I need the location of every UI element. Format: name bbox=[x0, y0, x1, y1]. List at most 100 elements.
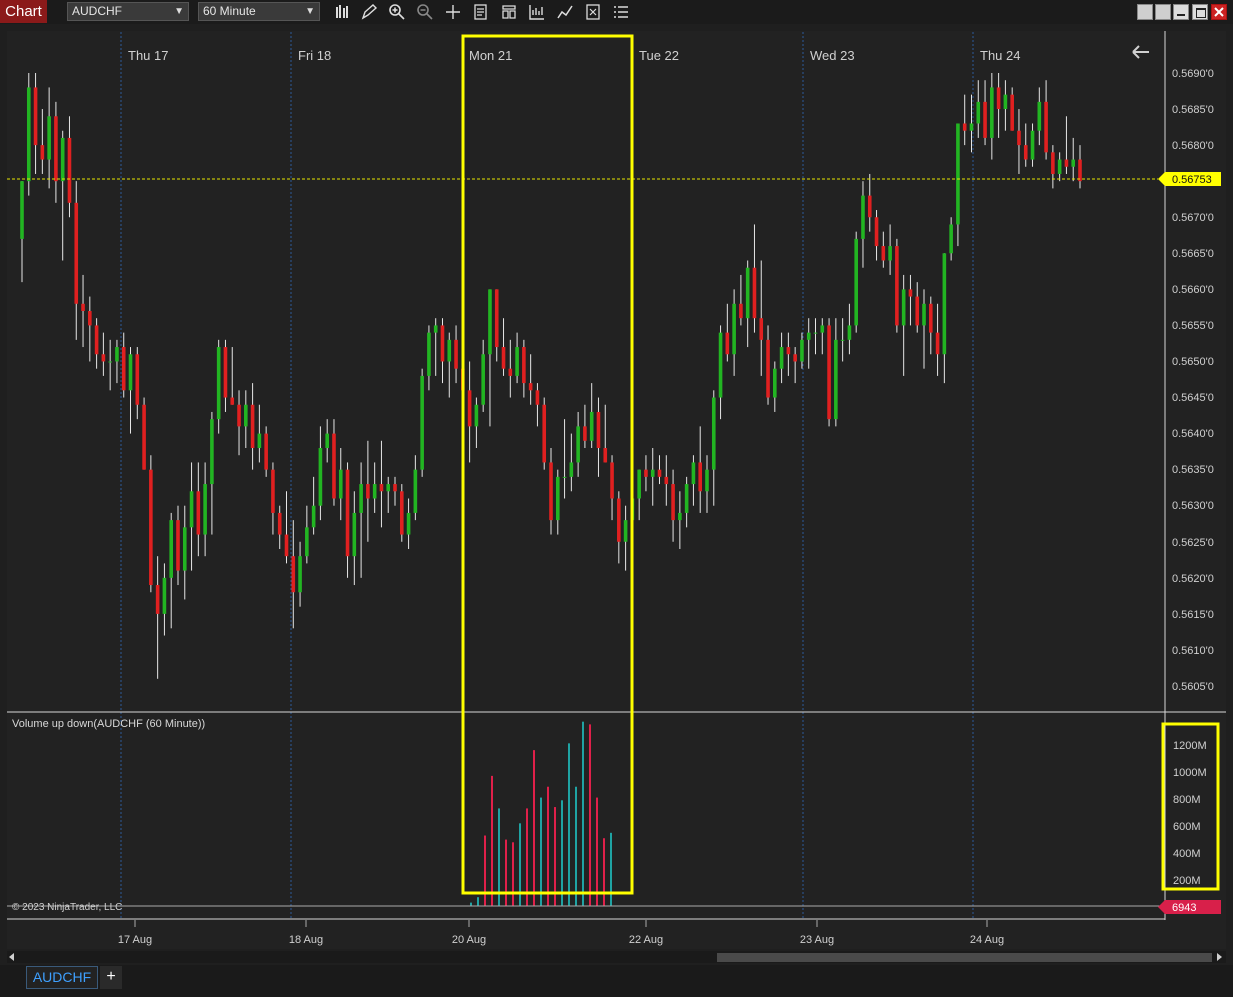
candle-body bbox=[94, 325, 99, 355]
session-label: Fri 18 bbox=[298, 48, 331, 63]
candle-body bbox=[74, 202, 79, 304]
volume-bar bbox=[596, 797, 598, 906]
candle-body bbox=[135, 354, 140, 405]
volume-bar bbox=[582, 721, 584, 906]
candle-body bbox=[1037, 101, 1042, 131]
candle-body bbox=[332, 433, 336, 499]
candle-body bbox=[467, 390, 472, 427]
candle-body bbox=[522, 347, 526, 384]
interval-value: 60 Minute bbox=[203, 4, 256, 18]
candle-body bbox=[1010, 94, 1014, 131]
tile-icon[interactable] bbox=[1155, 4, 1171, 20]
date-label: 20 Aug bbox=[452, 934, 486, 946]
date-label: 22 Aug bbox=[629, 934, 663, 946]
candle-body bbox=[345, 469, 350, 557]
candle-body bbox=[54, 116, 58, 182]
candle-body bbox=[33, 87, 38, 146]
session-label: Mon 21 bbox=[469, 48, 512, 63]
candle-body bbox=[366, 484, 370, 499]
candle-body bbox=[786, 347, 791, 355]
candle-body bbox=[589, 411, 594, 441]
volume-axis-label: 600M bbox=[1173, 821, 1201, 833]
price-axis-label: 0.5605'0 bbox=[1172, 681, 1214, 693]
candle-body bbox=[271, 469, 275, 513]
horizontal-scrollbar[interactable] bbox=[7, 951, 1226, 963]
add-tab-button[interactable]: + bbox=[100, 966, 122, 989]
candle bbox=[142, 397, 146, 470]
date-label: 18 Aug bbox=[289, 934, 323, 946]
candle-body bbox=[922, 303, 926, 326]
candle-body bbox=[908, 289, 913, 297]
volume-bar bbox=[512, 842, 514, 906]
candle-body bbox=[718, 332, 723, 398]
candle-body bbox=[155, 585, 160, 614]
zoom-in-icon[interactable] bbox=[388, 3, 406, 21]
candle-body bbox=[854, 238, 858, 326]
candle-body bbox=[603, 448, 608, 463]
data-box-icon[interactable] bbox=[584, 3, 602, 21]
price-axis-label: 0.5670'0 bbox=[1172, 212, 1214, 224]
zoom-out-icon[interactable] bbox=[416, 3, 434, 21]
chart-canvas[interactable]: Thu 17 Fri 18 Mon 21 Tue 22 Wed 23 Thu 2… bbox=[0, 24, 1233, 965]
candle-body bbox=[325, 433, 329, 449]
crosshair-icon[interactable] bbox=[444, 3, 462, 21]
candle-body bbox=[806, 332, 811, 340]
properties-icon[interactable] bbox=[472, 3, 490, 21]
interval-selector[interactable]: 60 Minute ▼ bbox=[198, 2, 320, 21]
minimize-icon[interactable] bbox=[1173, 4, 1189, 20]
candle-body bbox=[888, 246, 892, 261]
candle-body bbox=[60, 137, 65, 182]
candle-body bbox=[305, 527, 309, 557]
price-axis-label: 0.5620'0 bbox=[1172, 573, 1214, 585]
candle-body bbox=[583, 426, 587, 441]
candle-body bbox=[793, 354, 797, 362]
volume-bar bbox=[603, 838, 605, 906]
candle-body bbox=[956, 123, 960, 225]
candle-body bbox=[501, 347, 506, 369]
instrument-value: AUDCHF bbox=[72, 4, 122, 18]
bottom-tab-bar: AUDCHF + bbox=[0, 965, 1233, 997]
price-axis-label: 0.5640'0 bbox=[1172, 428, 1214, 440]
volume-current-marker: 6943 bbox=[1158, 900, 1221, 914]
candle-body bbox=[962, 123, 967, 131]
volume-bar bbox=[568, 743, 570, 906]
scrollbar-thumb[interactable] bbox=[717, 953, 1212, 962]
candle-body bbox=[223, 347, 228, 398]
maximize-icon[interactable] bbox=[1192, 4, 1208, 20]
tab-audchf[interactable]: AUDCHF bbox=[26, 966, 98, 989]
candle-body bbox=[1030, 130, 1035, 160]
candle-body bbox=[800, 339, 804, 362]
app-title[interactable]: Chart bbox=[0, 0, 47, 23]
session-label: Thu 17 bbox=[128, 48, 168, 63]
tile-icon[interactable] bbox=[1137, 4, 1153, 20]
candle-body bbox=[874, 217, 879, 247]
bars-type-icon[interactable] bbox=[334, 3, 352, 21]
volume-axis-label: 1200M bbox=[1173, 740, 1207, 752]
volume-axis-label: 400M bbox=[1173, 848, 1201, 860]
volume-bar bbox=[554, 807, 556, 906]
candle-body bbox=[739, 303, 743, 319]
pencil-icon[interactable] bbox=[360, 3, 378, 21]
top-toolbar: Chart AUDCHF ▼ 60 Minute ▼ bbox=[0, 0, 1233, 25]
candle-body bbox=[284, 534, 289, 557]
candle-body bbox=[983, 101, 987, 138]
instrument-selector[interactable]: AUDCHF ▼ bbox=[67, 2, 189, 21]
volume-axis-label: 200M bbox=[1173, 875, 1201, 887]
candle-body bbox=[108, 361, 112, 363]
session-label: Wed 23 bbox=[810, 48, 855, 63]
candle-body bbox=[779, 347, 784, 369]
candle-body bbox=[440, 325, 445, 362]
date-label: 17 Aug bbox=[118, 934, 152, 946]
candle-body bbox=[237, 404, 241, 427]
close-icon[interactable] bbox=[1211, 4, 1227, 20]
candle-body bbox=[210, 419, 214, 485]
volume-bar bbox=[477, 897, 479, 906]
strategies-icon[interactable] bbox=[556, 3, 574, 21]
candle-body bbox=[725, 332, 730, 355]
list-icon[interactable] bbox=[612, 3, 630, 21]
indicators-icon[interactable] bbox=[528, 3, 546, 21]
volume-bar bbox=[484, 835, 486, 906]
candle-body bbox=[881, 246, 886, 261]
template-icon[interactable] bbox=[500, 3, 518, 21]
candle-body bbox=[996, 87, 1001, 110]
